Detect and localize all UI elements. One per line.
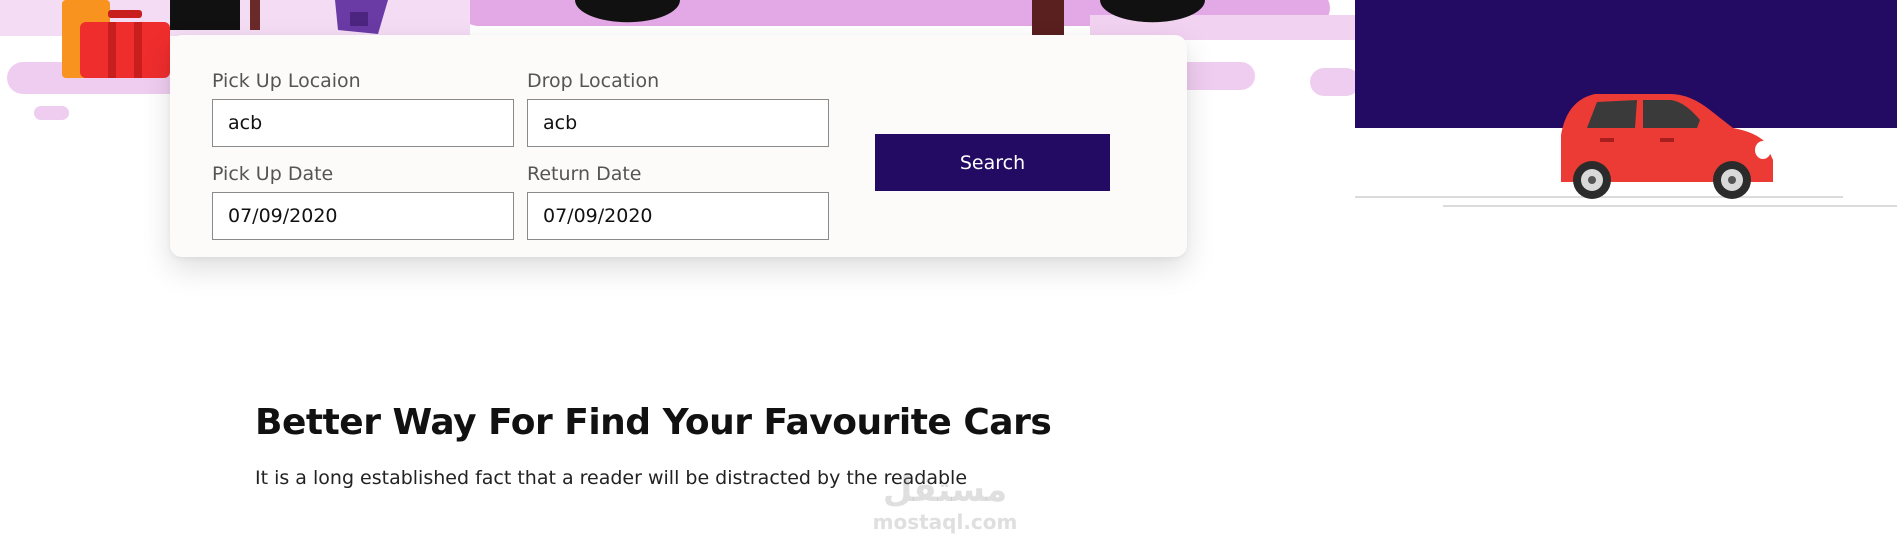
drop-location-input[interactable] (527, 99, 829, 147)
pickup-date-field: Pick Up Date (212, 162, 514, 240)
drop-location-label: Drop Location (527, 70, 660, 92)
pickup-location-field: Pick Up Locaion (212, 69, 514, 147)
watermark-arabic-text: مستقل (882, 470, 1008, 510)
pickup-location-input[interactable] (212, 99, 514, 147)
section-description: It is a long established fact that a rea… (255, 467, 968, 489)
pickup-location-label: Pick Up Locaion (212, 70, 361, 92)
return-date-input[interactable] (527, 192, 829, 240)
section-title: Better Way For Find Your Favourite Cars (255, 402, 1052, 443)
pickup-date-label: Pick Up Date (212, 163, 334, 185)
pickup-date-input[interactable] (212, 192, 514, 240)
drop-location-field: Drop Location (527, 69, 829, 147)
return-date-field: Return Date (527, 162, 829, 240)
booking-search-card: Pick Up Locaion Drop Location Pick Up Da… (170, 35, 1187, 257)
watermark-latin-text: mostaql.com (872, 510, 1018, 534)
car-illustration (1355, 94, 1897, 207)
search-button[interactable]: Search (875, 134, 1110, 191)
watermark-logo: مستقل mostaql.com (870, 470, 1020, 540)
return-date-label: Return Date (527, 163, 642, 185)
